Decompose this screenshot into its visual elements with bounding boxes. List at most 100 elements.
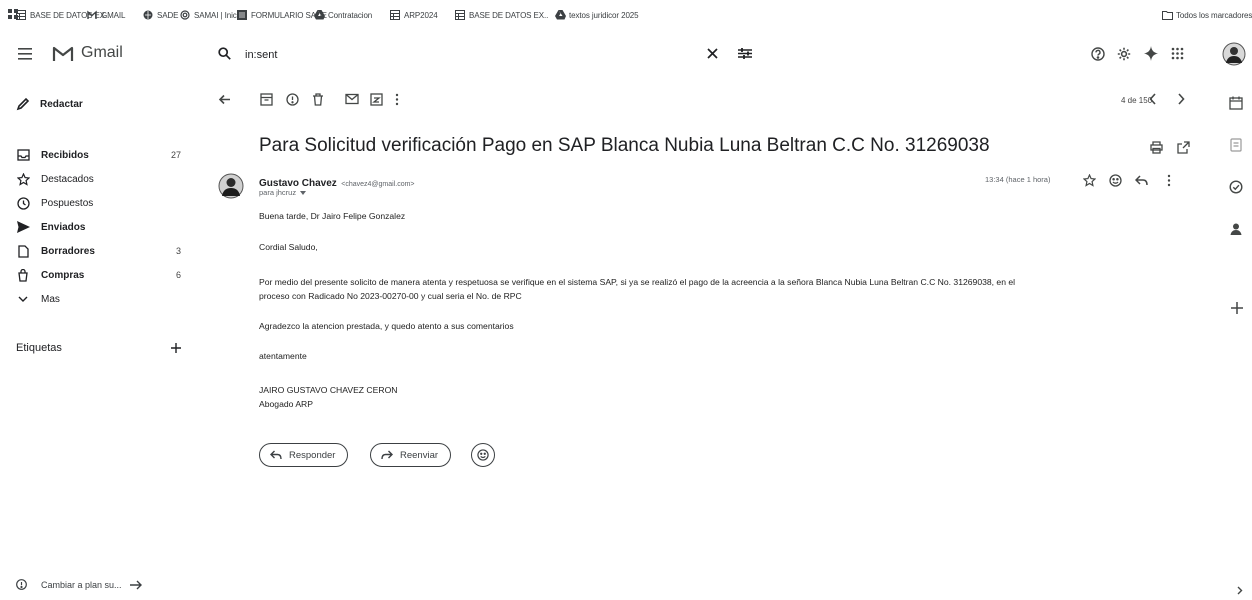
reply-arrow-icon <box>270 450 282 460</box>
sheets-icon <box>16 10 26 20</box>
body-signature-title: Abogado ARP <box>259 399 313 409</box>
search-icon[interactable] <box>218 47 231 60</box>
message-more-icon[interactable] <box>1167 174 1171 187</box>
sidebar-item-label: Enviados <box>41 221 86 233</box>
sheets-icon <box>455 10 465 20</box>
bookmark-label: Contratacion <box>328 10 373 20</box>
bookmarks-bar: BASE DE DATOS EX.. GMAIL SADE SAMAI | Inici… <box>0 0 1252 30</box>
sidebar-item-label: Pospuestos <box>41 197 94 209</box>
gear-icon <box>180 10 190 20</box>
expand-panel-icon[interactable] <box>1237 586 1243 595</box>
arrow-right-icon <box>129 580 142 589</box>
reply-label: Responder <box>289 449 336 461</box>
sidebar-item-enviados[interactable]: Enviados <box>16 218 191 236</box>
google-apps-icon[interactable] <box>1171 47 1184 60</box>
reply-button[interactable]: Responder <box>259 443 349 467</box>
search-input[interactable]: in:sent <box>245 49 277 61</box>
bookmark-item[interactable]: Contratacion <box>314 8 372 22</box>
app-name: Gmail <box>81 44 123 61</box>
main-menu-icon[interactable] <box>18 48 32 60</box>
print-icon[interactable] <box>1150 141 1163 154</box>
sender-avatar[interactable] <box>218 173 244 199</box>
back-icon[interactable] <box>218 93 232 107</box>
newer-icon[interactable] <box>1149 93 1163 107</box>
mark-unread-icon[interactable] <box>345 93 359 107</box>
forward-button[interactable]: Reenviar <box>370 443 452 467</box>
recipient-label: para jhcruz <box>259 188 297 197</box>
bookmark-item[interactable]: SADE <box>143 8 178 22</box>
delete-icon[interactable] <box>312 93 326 107</box>
bookmark-item[interactable]: textos juridicor 2025 <box>555 8 639 22</box>
add-addon-icon[interactable] <box>1231 302 1243 314</box>
emoji-icon <box>477 449 489 461</box>
body-thanks: Agradezco la atencion prestada, y quedo … <box>259 321 514 331</box>
bookmark-item[interactable]: GMAIL <box>87 8 126 22</box>
info-icon <box>16 579 27 590</box>
sidebar-item-mas[interactable]: Mas <box>16 290 191 308</box>
body-paragraph-line-2: proceso con Radicado No 2023-00270-00 y … <box>259 291 522 301</box>
clock-icon <box>16 196 30 210</box>
settings-icon[interactable] <box>1117 47 1131 61</box>
upgrade-plan-link[interactable]: Cambiar a plan su... <box>16 579 142 590</box>
help-icon[interactable] <box>1091 47 1105 61</box>
recipient-toggle[interactable]: para jhcruz <box>259 188 307 197</box>
bookmark-item[interactable]: BASE DE DATOS EX.. <box>455 8 548 22</box>
bookmark-label: ARP2024 <box>404 10 438 20</box>
sidebar-item-compras[interactable]: Compras 6 <box>16 266 191 284</box>
sidebar-item-label: Recibidos <box>41 149 89 161</box>
bookmark-item[interactable]: ARP2024 <box>390 8 438 22</box>
sidebar-item-destacados[interactable]: Destacados <box>16 170 191 188</box>
emoji-reaction-icon[interactable] <box>1109 174 1122 187</box>
search-options-icon[interactable] <box>738 48 752 59</box>
bookmark-label: textos juridicor 2025 <box>569 10 639 20</box>
inbox-icon <box>16 148 30 162</box>
account-avatar[interactable] <box>1222 42 1246 66</box>
drive-icon <box>555 10 566 20</box>
bookmark-label: SAMAI | Inicio <box>194 10 243 20</box>
sidebar-item-borradores[interactable]: Borradores 3 <box>16 242 191 260</box>
bookmark-item[interactable]: SAMAI | Inicio <box>180 8 243 22</box>
snooze-icon[interactable] <box>370 93 384 107</box>
more-options-icon[interactable] <box>395 93 409 107</box>
gemini-icon[interactable] <box>1144 46 1158 61</box>
forms-icon <box>237 10 247 20</box>
sidebar-item-count: 3 <box>175 246 181 256</box>
add-label-icon[interactable] <box>171 343 181 353</box>
older-icon[interactable] <box>1177 93 1191 107</box>
bookmark-label: GMAIL <box>101 10 126 20</box>
body-greeting: Buena tarde, Dr Jairo Felipe Gonzalez <box>259 211 406 221</box>
open-new-window-icon[interactable] <box>1177 141 1190 154</box>
caret-down-icon <box>300 190 307 195</box>
contacts-icon[interactable] <box>1229 222 1243 236</box>
compose-button[interactable]: Redactar <box>16 97 83 111</box>
sidebar-item-label: Compras <box>41 269 85 281</box>
pagination-label: 4 de 150 <box>1121 96 1153 105</box>
sender-email: <chavez4@gmail.com> <box>341 181 415 188</box>
body-paragraph-line-1: Por medio del presente solicito de maner… <box>259 277 1016 287</box>
keep-icon[interactable] <box>1229 138 1243 152</box>
sidebar-item-count: 27 <box>170 150 181 160</box>
star-icon[interactable] <box>1083 174 1096 187</box>
tasks-icon[interactable] <box>1229 180 1243 194</box>
pencil-icon <box>16 97 30 111</box>
sheets-icon <box>390 10 400 20</box>
emoji-reply-button[interactable] <box>471 443 495 467</box>
calendar-icon[interactable] <box>1229 96 1243 110</box>
sidebar-item-count: 6 <box>175 270 181 280</box>
star-icon <box>16 172 30 186</box>
sidebar-item-label: Borradores <box>41 245 95 257</box>
all-bookmarks[interactable]: Todos los marcadores <box>1162 8 1252 22</box>
sidebar-item-pospuestos[interactable]: Pospuestos <box>16 194 191 212</box>
sidebar-item-recibidos[interactable]: Recibidos 27 <box>16 146 191 164</box>
all-bookmarks-label: Todos los marcadores <box>1176 10 1252 20</box>
clear-search-icon[interactable] <box>707 48 718 59</box>
tag-icon <box>16 268 30 282</box>
chevron-down-icon <box>16 292 30 306</box>
bookmark-label: BASE DE DATOS EX.. <box>469 10 549 20</box>
reply-icon[interactable] <box>1135 175 1148 186</box>
gmail-logo[interactable]: Gmail <box>52 44 123 62</box>
email-subject: Para Solicitud verificación Pago en SAP … <box>259 135 990 156</box>
archive-icon[interactable] <box>260 93 274 107</box>
report-spam-icon[interactable] <box>286 93 300 107</box>
folder-icon <box>1162 10 1173 20</box>
